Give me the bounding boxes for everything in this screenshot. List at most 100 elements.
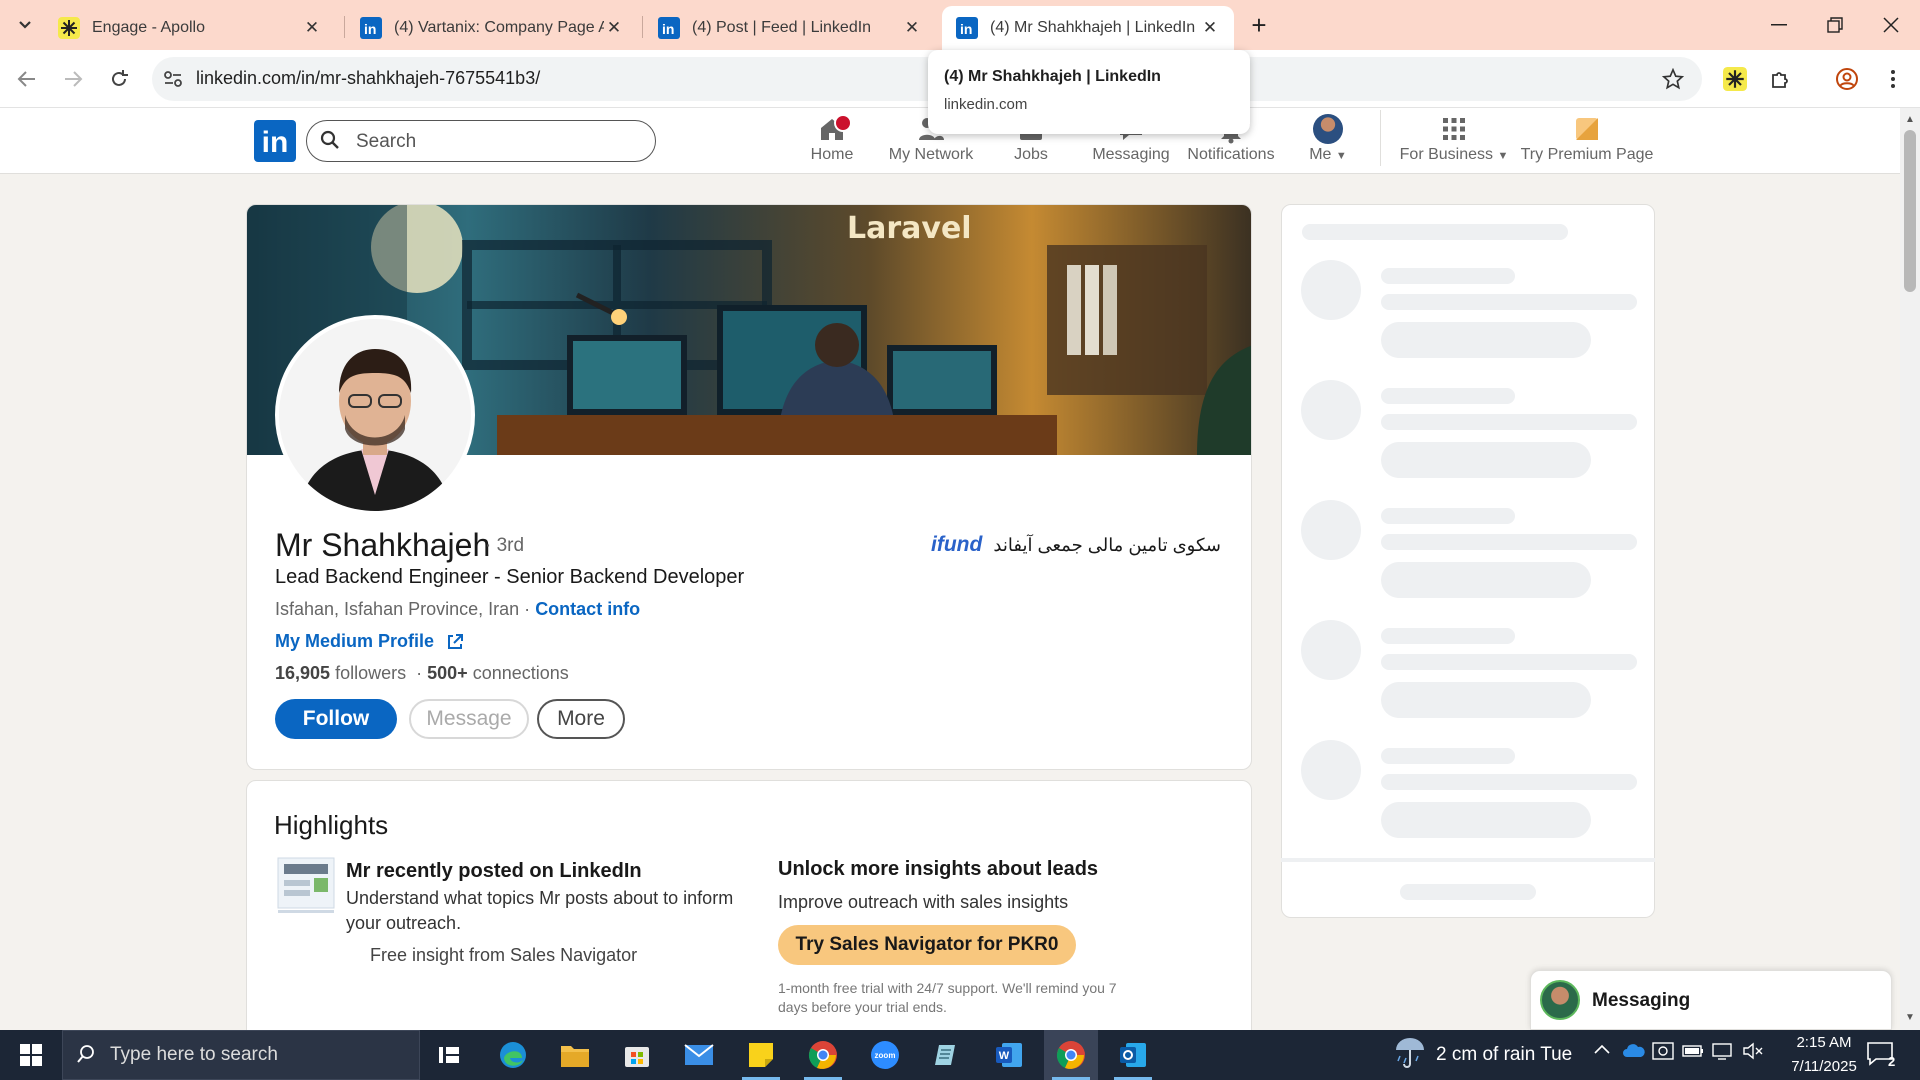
bookmark-star-icon[interactable] — [1658, 64, 1688, 94]
notification-count: 2 — [1888, 1054, 1896, 1069]
windows-icon — [20, 1044, 42, 1066]
svg-text:in: in — [662, 21, 674, 37]
messaging-label: Messaging — [1592, 990, 1691, 1011]
tooltip-domain: linkedin.com — [944, 96, 1028, 113]
tooltip-title: (4) Mr Shahkhajeh | LinkedIn — [944, 68, 1161, 85]
apollo-extension-icon[interactable] — [1720, 64, 1750, 94]
mail-icon[interactable] — [672, 1030, 726, 1080]
close-window-button[interactable] — [1862, 0, 1920, 50]
skeleton-button — [1381, 682, 1591, 718]
apollo-icon — [58, 17, 80, 39]
grid-icon — [1443, 118, 1465, 140]
word-icon[interactable]: W — [982, 1030, 1036, 1080]
svg-text:in: in — [364, 21, 376, 37]
trial-note-2: days before your trial ends. — [778, 999, 947, 1015]
follow-button[interactable]: Follow — [275, 699, 397, 739]
skeleton-line — [1381, 774, 1637, 790]
nav-try-premium[interactable]: Try Premium Page — [1516, 114, 1658, 164]
close-icon[interactable]: ✕ — [604, 18, 624, 38]
highlight-post-footer: Free insight from Sales Navigator — [370, 945, 638, 965]
file-explorer-icon[interactable] — [548, 1030, 602, 1080]
restore-button[interactable] — [1806, 0, 1864, 50]
task-view-icon[interactable] — [422, 1030, 476, 1080]
skeleton-line — [1381, 534, 1637, 550]
close-icon[interactable]: ✕ — [902, 18, 922, 38]
svg-text:zoom: zoom — [875, 1051, 896, 1060]
tray-expand-icon[interactable] — [1594, 1044, 1610, 1054]
taskbar-search-placeholder: Type here to search — [110, 1044, 278, 1065]
tab-vartanix[interactable]: in (4) Vartanix: Company Page Adm ✕ — [346, 6, 638, 50]
tab-profile-active[interactable]: in (4) Mr Shahkhajeh | LinkedIn ✕ — [942, 6, 1234, 50]
sticky-notes-icon[interactable] — [734, 1030, 788, 1080]
skeleton-avatar — [1301, 500, 1361, 560]
nav-for-business[interactable]: For Business ▼ — [1398, 114, 1510, 164]
profile-headline: Lead Backend Engineer - Senior Backend D… — [275, 566, 745, 588]
scroll-up-arrow[interactable]: ▲ — [1905, 114, 1915, 125]
linkedin-logo[interactable]: in — [254, 120, 296, 162]
reload-icon[interactable] — [104, 64, 134, 94]
chrome-icon[interactable] — [796, 1030, 850, 1080]
tab-divider — [344, 16, 345, 38]
messaging-popup[interactable] — [1530, 970, 1892, 1030]
extensions-puzzle-icon[interactable] — [1766, 64, 1796, 94]
try-sales-navigator-button[interactable]: Try Sales Navigator for PKR0 — [778, 925, 1076, 965]
edge-icon[interactable] — [486, 1030, 540, 1080]
tab-apollo[interactable]: Engage - Apollo ✕ — [44, 6, 336, 50]
microsoft-store-icon[interactable] — [610, 1030, 664, 1080]
tab-feed[interactable]: in (4) Post | Feed | LinkedIn ✕ — [644, 6, 936, 50]
highlight-post-title[interactable]: Mr recently posted on LinkedIn — [346, 860, 642, 883]
skeleton-line — [1381, 294, 1637, 310]
skeleton-divider — [1281, 858, 1655, 862]
outlook-icon[interactable] — [1106, 1030, 1160, 1080]
message-button[interactable]: Message — [409, 699, 529, 739]
notepad-icon[interactable] — [920, 1030, 974, 1080]
security-icon[interactable] — [1652, 1042, 1674, 1060]
profile-photo[interactable] — [275, 315, 475, 515]
tab-search-icon[interactable] — [10, 10, 40, 40]
current-company[interactable]: سکوی تامین مالی جمعی آیفاند — [981, 535, 1221, 556]
onedrive-icon[interactable] — [1622, 1042, 1646, 1058]
nav-label: Try Premium Page — [1520, 146, 1654, 163]
clock-time[interactable]: 2:15 AM — [1776, 1034, 1872, 1051]
close-icon[interactable]: ✕ — [1200, 18, 1220, 38]
profile-name: Mr Shahkhajeh — [275, 527, 491, 563]
weather-text[interactable]: 2 cm of rain Tue — [1436, 1044, 1572, 1066]
scrollbar-thumb[interactable] — [1904, 130, 1916, 292]
unlock-insights-desc: Improve outreach with sales insights — [778, 892, 1069, 912]
nav-label: Messaging — [1092, 146, 1170, 163]
new-tab-button[interactable]: + — [1244, 10, 1274, 40]
skeleton-button — [1381, 802, 1591, 838]
more-button[interactable]: More — [537, 699, 625, 739]
site-info-icon[interactable] — [158, 64, 188, 94]
browser-menu-icon[interactable] — [1878, 64, 1908, 94]
avatar — [1313, 114, 1343, 144]
battery-icon[interactable] — [1682, 1044, 1704, 1058]
scroll-down-arrow[interactable]: ▼ — [1905, 1012, 1915, 1023]
followers-line: 16,905 followers · 500+ connections — [275, 663, 569, 684]
close-icon[interactable]: ✕ — [302, 18, 322, 38]
zoom-icon[interactable]: zoom — [858, 1030, 912, 1080]
forward-icon[interactable] — [58, 64, 88, 94]
nav-me[interactable]: Me ▼ — [1280, 114, 1376, 164]
chrome-active-icon[interactable] — [1044, 1030, 1098, 1080]
nav-label: Home — [810, 146, 854, 163]
contact-info-link[interactable]: Contact info — [535, 599, 640, 619]
profile-location: Isfahan, Isfahan Province, Iran — [275, 599, 520, 619]
linkedin-icon: in — [658, 17, 680, 39]
medium-profile-link[interactable]: My Medium Profile — [275, 631, 464, 652]
nav-home[interactable]: Home — [784, 114, 880, 164]
profile-icon[interactable] — [1832, 64, 1862, 94]
avatar — [1540, 980, 1580, 1020]
start-button[interactable] — [4, 1030, 58, 1080]
company-logo[interactable]: ifund — [931, 533, 982, 557]
clock-date[interactable]: 7/11/2025 — [1776, 1058, 1872, 1075]
weather-umbrella-icon[interactable] — [1394, 1036, 1426, 1070]
skeleton-line — [1381, 268, 1515, 284]
url-text[interactable]: linkedin.com/in/mr-shahkhajeh-7675541b3/ — [196, 68, 540, 89]
back-icon[interactable] — [12, 64, 42, 94]
volume-muted-icon[interactable] — [1742, 1042, 1764, 1060]
minimize-button[interactable] — [1750, 0, 1808, 50]
location-separator: · — [524, 599, 531, 619]
network-icon[interactable] — [1712, 1042, 1734, 1060]
skeleton-button — [1381, 322, 1591, 358]
